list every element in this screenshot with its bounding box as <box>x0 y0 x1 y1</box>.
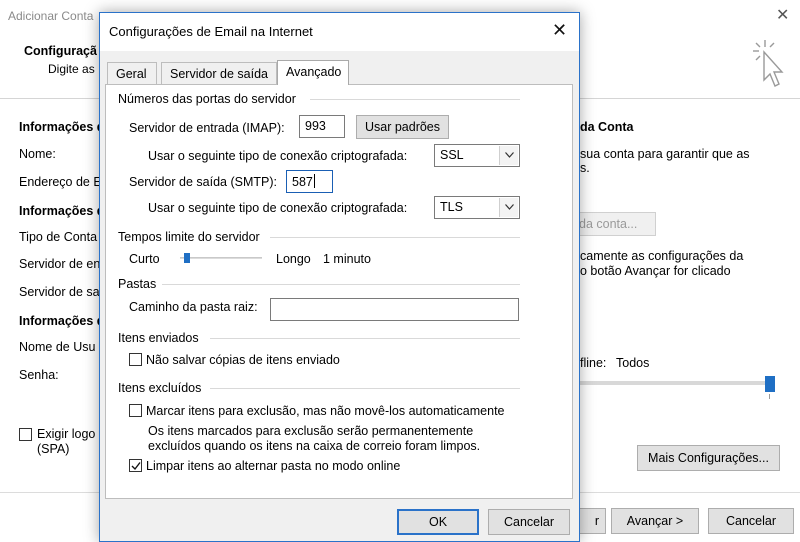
text-cursor <box>313 174 315 188</box>
wizard-cancel-button[interactable]: Cancelar <box>708 508 794 534</box>
user-info-heading: Informações d <box>19 120 105 134</box>
incoming-server-label: Servidor de en <box>19 257 101 271</box>
outgoing-port-label: Servidor de saída (SMTP): <box>129 175 277 189</box>
folders-heading: Pastas <box>118 277 157 291</box>
window-title: Adicionar Conta <box>8 9 94 23</box>
timeout-slider-thumb[interactable] <box>183 253 190 263</box>
incoming-encryption-value: SSL <box>440 148 464 162</box>
dialog-close-icon[interactable]: ✕ <box>552 20 567 41</box>
test-settings-text: sua conta para garantir que as <box>580 147 750 161</box>
incoming-port-input[interactable]: 993 <box>299 115 345 138</box>
auto-test-text: camente as configurações da <box>580 249 744 263</box>
test-settings-text-2: s. <box>580 161 590 175</box>
root-folder-input[interactable] <box>270 298 519 321</box>
mark-for-deletion-label: Marcar itens para exclusão, mas não movê… <box>146 404 505 418</box>
ports-divider <box>310 99 520 100</box>
incoming-encryption-label: Usar o seguinte tipo de conexão criptogr… <box>148 149 408 163</box>
next-button[interactable]: Avançar > <box>611 508 699 534</box>
purge-on-switch-checkbox[interactable] <box>129 459 142 472</box>
offline-slider-thumb[interactable] <box>765 376 775 392</box>
close-icon[interactable]: ✕ <box>776 5 789 25</box>
dont-save-sent-label: Não salvar cópias de itens enviado <box>146 353 340 367</box>
wizard-cursor-icon <box>753 40 784 87</box>
spa-checkbox[interactable] <box>19 428 32 441</box>
header-subtitle: Digite as <box>48 62 95 76</box>
purge-on-switch-label: Limpar itens ao alternar pasta no modo o… <box>146 459 401 473</box>
timeout-value: 1 minuto <box>323 252 371 266</box>
use-defaults-button[interactable]: Usar padrões <box>356 115 449 139</box>
header-title: Configuraçã <box>24 44 97 58</box>
ok-button[interactable]: OK <box>397 509 479 535</box>
account-type-label: Tipo de Conta <box>19 230 98 244</box>
auto-test-text-2: o botão Avançar for clicado <box>580 264 731 278</box>
deleted-items-divider <box>210 388 520 389</box>
checkmark-icon <box>131 462 141 471</box>
ports-heading: Números das portas do servidor <box>118 92 296 106</box>
offline-slider-tick <box>769 394 770 399</box>
timeouts-divider <box>270 237 520 238</box>
incoming-port-label: Servidor de entrada (IMAP): <box>129 121 285 135</box>
test-account-button[interactable]: da conta... <box>572 212 656 236</box>
sent-items-divider <box>210 338 520 339</box>
outgoing-encryption-select[interactable]: TLS <box>434 196 520 219</box>
outgoing-encryption-value: TLS <box>440 200 463 214</box>
dialog-title: Configurações de Email na Internet <box>109 24 313 39</box>
deletion-note: Os itens marcados para exclusão serão pe… <box>148 424 474 438</box>
chevron-down-icon <box>499 198 518 217</box>
logon-info-heading: Informações d <box>19 314 105 328</box>
offline-label: fline: <box>580 356 607 370</box>
spa-label: Exigir logo <box>37 427 96 441</box>
password-label: Senha: <box>19 368 59 382</box>
folders-divider <box>162 284 520 285</box>
username-label: Nome de Usu <box>19 340 96 354</box>
root-folder-label: Caminho da pasta raiz: <box>129 300 258 314</box>
outgoing-server-label: Servidor de sa <box>19 285 100 299</box>
tab-advanced[interactable]: Avançado <box>277 60 349 85</box>
dialog-titlebar: Configurações de Email na Internet ✕ <box>100 13 579 51</box>
internet-email-settings-dialog: Configurações de Email na Internet ✕ Ger… <box>99 12 580 542</box>
offline-value: Todos <box>616 356 650 370</box>
timeout-short-label: Curto <box>129 252 160 266</box>
timeout-long-label: Longo <box>276 252 311 266</box>
timeouts-heading: Tempos limite do servidor <box>118 230 260 244</box>
test-settings-heading: da Conta <box>580 120 634 134</box>
spa-label-2: (SPA) <box>37 442 70 456</box>
outgoing-port-input[interactable]: 587 <box>286 170 333 193</box>
email-label: Endereço de E <box>19 175 102 189</box>
outgoing-port-value: 587 <box>292 175 313 189</box>
incoming-encryption-select[interactable]: SSL <box>434 144 520 167</box>
name-label: Nome: <box>19 147 56 161</box>
deletion-note-2: excluídos quando os itens na caixa de co… <box>148 439 481 453</box>
advanced-panel: Números das portas do servidor Servidor … <box>105 84 573 499</box>
dont-save-sent-checkbox[interactable] <box>129 353 142 366</box>
chevron-down-icon <box>499 146 518 165</box>
cancel-button[interactable]: Cancelar <box>488 509 570 535</box>
deleted-items-heading: Itens excluídos <box>118 381 202 395</box>
mark-for-deletion-checkbox[interactable] <box>129 404 142 417</box>
timeout-slider-track[interactable] <box>180 257 262 259</box>
sent-items-heading: Itens enviados <box>118 331 199 345</box>
more-settings-button[interactable]: Mais Configurações... <box>637 445 780 471</box>
server-info-heading: Informações d <box>19 204 105 218</box>
offline-slider-track[interactable] <box>580 381 772 385</box>
outgoing-encryption-label: Usar o seguinte tipo de conexão criptogr… <box>148 201 408 215</box>
tab-general[interactable]: Geral <box>107 62 157 84</box>
incoming-port-value: 993 <box>305 119 326 133</box>
tab-outgoing-server[interactable]: Servidor de saída <box>161 62 277 84</box>
